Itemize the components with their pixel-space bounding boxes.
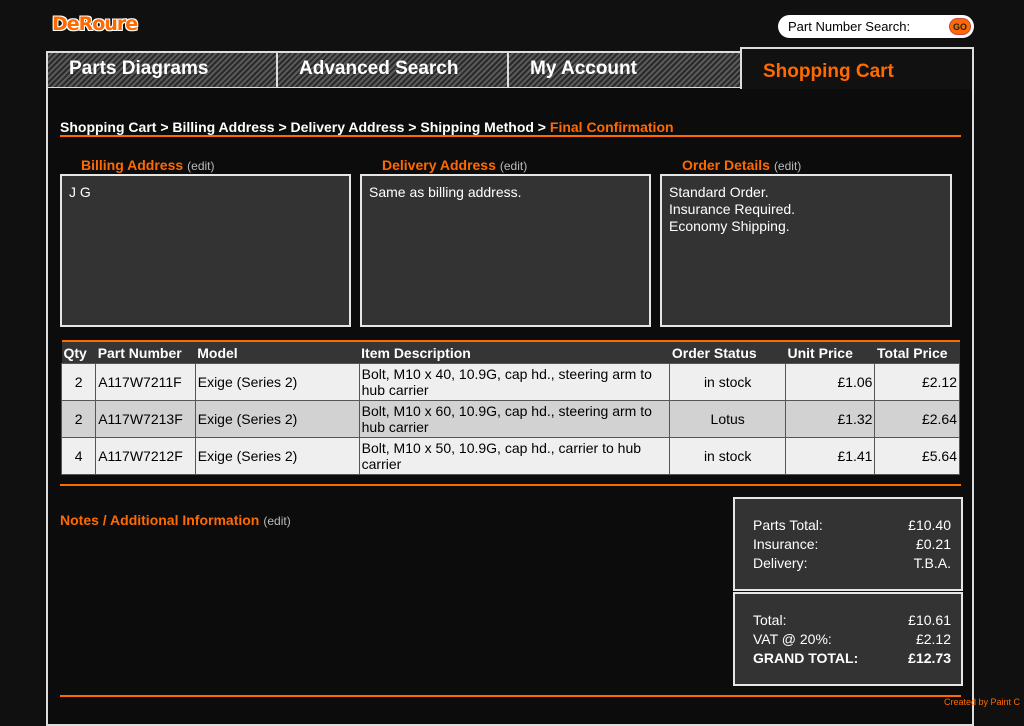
order-details-line: Insurance Required. — [669, 201, 796, 217]
order-details-line: Standard Order. — [669, 184, 769, 200]
table-row: 4 A117W7212F Exige (Series 2) Bolt, M10 … — [60, 437, 960, 475]
total-label: Total: — [753, 612, 787, 628]
billing-address-edit-link[interactable]: (edit) — [187, 159, 214, 173]
cell-qty: 2 — [60, 400, 97, 438]
cell-description: Bolt, M10 x 60, 10.9G, cap hd., steering… — [358, 400, 671, 438]
order-summary-box: Parts Total: £10.40 Insurance: £0.21 Deliv… — [733, 497, 963, 591]
order-total-box: Total: £10.61 VAT @ 20%: £2.12 GRAND TOTAL… — [733, 592, 963, 686]
breadcrumb-step-shipping-method[interactable]: Shipping Method — [420, 119, 534, 135]
cell-total-price: £5.64 — [874, 437, 960, 475]
header-total-price: Total Price — [874, 340, 960, 364]
deroure-logo[interactable]: DeRoure — [52, 13, 138, 35]
part-number-search: GO — [778, 15, 974, 38]
cell-unit-price: £1.06 — [784, 363, 876, 401]
grand-total-value: £12.73 — [908, 650, 951, 666]
total-row-grand-total: GRAND TOTAL: £12.73 — [753, 649, 951, 668]
billing-address-heading: Billing Address — [81, 157, 184, 173]
total-value: £10.61 — [908, 612, 951, 628]
delivery-address-box: Same as billing address. — [360, 174, 651, 327]
search-go-button[interactable]: GO — [949, 18, 971, 35]
summary-value: T.B.A. — [913, 555, 951, 571]
header-part-number: Part Number — [95, 340, 196, 364]
summary-row-delivery: Delivery: T.B.A. — [753, 554, 951, 573]
tab-shopping-cart[interactable]: Shopping Cart — [740, 47, 974, 89]
footer-credit: Created by Paint C — [943, 697, 1020, 707]
delivery-address-edit-link[interactable]: (edit) — [500, 159, 527, 173]
header-order-status: Order Status — [669, 340, 786, 364]
delivery-address-heading: Delivery Address — [382, 157, 496, 173]
summary-value: £10.40 — [908, 517, 951, 533]
notes-title: Notes / Additional Information (edit) — [60, 512, 291, 528]
cell-qty: 4 — [60, 437, 97, 475]
order-details-box: Standard Order. Insurance Required. Econ… — [660, 174, 952, 327]
notes-edit-link[interactable]: (edit) — [263, 514, 290, 528]
cell-unit-price: £1.41 — [784, 437, 876, 475]
table-row: 2 A117W7211F Exige (Series 2) Bolt, M10 … — [60, 363, 960, 401]
breadcrumb-step-delivery-address[interactable]: Delivery Address — [291, 119, 405, 135]
header-qty: Qty — [61, 340, 96, 364]
summary-row-insurance: Insurance: £0.21 — [753, 535, 951, 554]
tab-parts-diagrams[interactable]: Parts Diagrams — [46, 51, 278, 87]
footer-divider — [60, 695, 961, 697]
cell-unit-price: £1.32 — [784, 400, 876, 438]
grand-total-label: GRAND TOTAL: — [753, 650, 859, 666]
summary-value: £0.21 — [915, 536, 951, 552]
order-details-heading: Order Details — [682, 157, 770, 173]
total-row-vat: VAT @ 20%: £2.12 — [753, 630, 951, 649]
breadcrumb-separator: > — [533, 119, 550, 135]
summary-label: Insurance: — [753, 536, 819, 552]
billing-address-line: J G — [69, 184, 91, 200]
breadcrumb-step-shopping-cart[interactable]: Shopping Cart — [60, 119, 156, 135]
table-divider — [60, 484, 961, 486]
billing-address-title: Billing Address (edit) — [81, 157, 215, 173]
breadcrumb: Shopping Cart > Billing Address > Delive… — [60, 119, 674, 135]
cell-total-price: £2.12 — [874, 363, 960, 401]
cell-part-number[interactable]: A117W7212F — [95, 437, 196, 475]
cell-part-number[interactable]: A117W7213F — [95, 400, 196, 438]
breadcrumb-separator: > — [404, 119, 421, 135]
tab-my-account[interactable]: My Account — [507, 51, 742, 87]
cell-description: Bolt, M10 x 50, 10.9G, cap hd., carrier … — [358, 437, 671, 475]
header-model: Model — [195, 340, 360, 364]
cell-status: in stock — [669, 363, 786, 401]
part-number-search-input[interactable] — [788, 18, 928, 35]
summary-label: Parts Total: — [753, 517, 823, 533]
order-details-title: Order Details (edit) — [682, 157, 801, 173]
cell-model: Exige (Series 2) — [194, 437, 360, 475]
cart-items-table: Qty Part Number Model Item Description O… — [60, 340, 960, 475]
breadcrumb-separator: > — [156, 119, 173, 135]
header-item-description: Item Description — [359, 340, 670, 364]
breadcrumb-step-billing-address[interactable]: Billing Address — [172, 119, 274, 135]
summary-row-parts-total: Parts Total: £10.40 — [753, 516, 951, 535]
cell-total-price: £2.64 — [874, 400, 960, 438]
notes-heading: Notes / Additional Information — [60, 512, 260, 528]
breadcrumb-divider — [60, 135, 961, 137]
billing-address-box: J G — [60, 174, 351, 327]
delivery-address-title: Delivery Address (edit) — [382, 157, 527, 173]
delivery-address-line: Same as billing address. — [369, 184, 522, 200]
order-details-line: Economy Shipping. — [669, 218, 790, 234]
summary-label: Delivery: — [753, 555, 808, 571]
total-row-total: Total: £10.61 — [753, 611, 951, 630]
cell-model: Exige (Series 2) — [194, 400, 360, 438]
cell-part-number[interactable]: A117W7211F — [95, 363, 196, 401]
tab-advanced-search[interactable]: Advanced Search — [276, 51, 509, 87]
table-row: 2 A117W7213F Exige (Series 2) Bolt, M10 … — [60, 400, 960, 438]
cell-model: Exige (Series 2) — [194, 363, 360, 401]
cell-status: in stock — [669, 437, 786, 475]
cell-qty: 2 — [60, 363, 97, 401]
cell-status: Lotus — [669, 400, 786, 438]
total-value: £2.12 — [915, 631, 951, 647]
total-label: VAT @ 20%: — [753, 631, 832, 647]
cell-description: Bolt, M10 x 40, 10.9G, cap hd., steering… — [358, 363, 671, 401]
header-unit-price: Unit Price — [785, 340, 875, 364]
order-details-edit-link[interactable]: (edit) — [774, 159, 801, 173]
table-header-row: Qty Part Number Model Item Description O… — [61, 340, 960, 364]
breadcrumb-current-step: Final Confirmation — [549, 119, 674, 135]
breadcrumb-separator: > — [274, 119, 291, 135]
